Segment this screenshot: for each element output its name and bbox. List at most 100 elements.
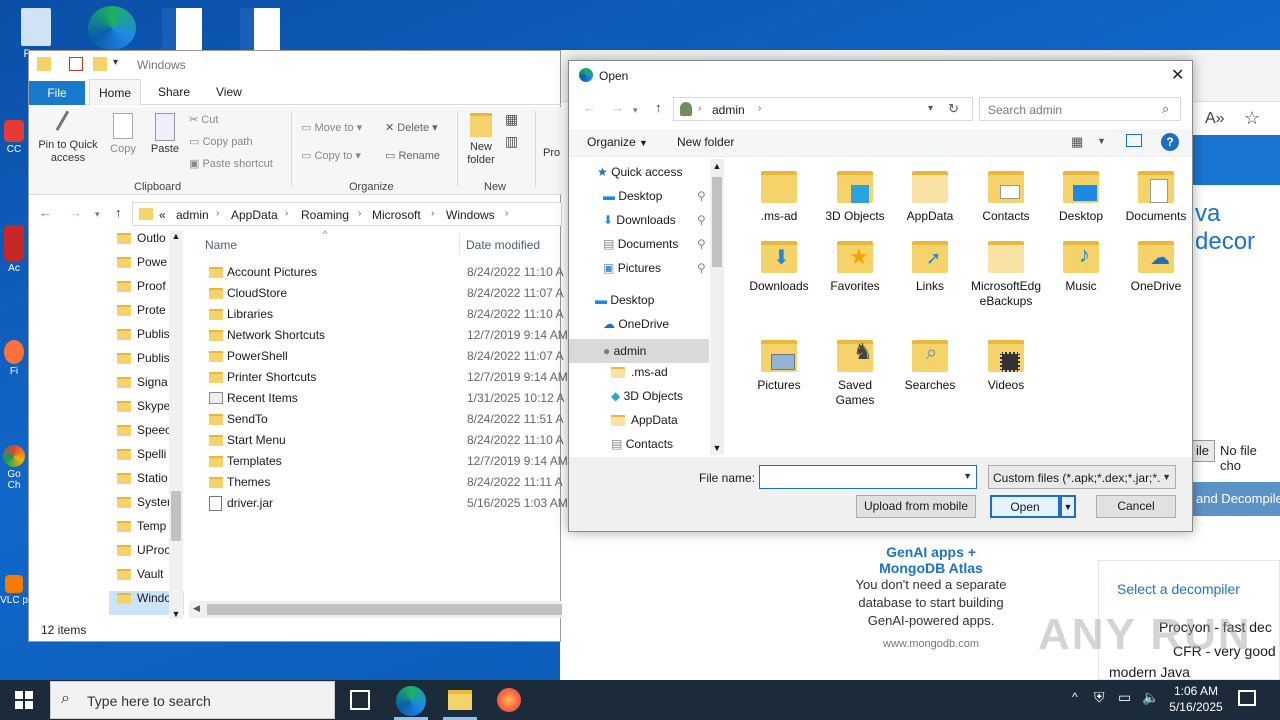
column-date-header[interactable]: Date modified	[466, 238, 540, 252]
desktop-icon-vlc[interactable]: VLC p	[0, 575, 28, 606]
desktop-icon-firefox[interactable]: Fi	[0, 340, 28, 377]
breadcrumb-microsoft[interactable]: Microsoft	[372, 208, 421, 222]
edge-desktop-icon[interactable]	[88, 6, 136, 50]
security-icon[interactable]: ⛨	[1094, 689, 1105, 706]
breadcrumb-admin[interactable]: admin	[176, 208, 209, 222]
new-folder-button[interactable]: New folder	[677, 135, 734, 149]
move-to-button[interactable]: ▭ Move to ▾	[301, 121, 362, 134]
folder-item[interactable]: ⌕ Searches	[892, 334, 968, 393]
desktop-icon-chrome[interactable]: Go Ch	[0, 445, 28, 491]
up-arrow-icon[interactable]: ↑	[655, 100, 662, 115]
start-windows-icon[interactable]	[15, 691, 33, 709]
chevron-down-icon[interactable]: ▼	[1097, 136, 1106, 146]
folder-item[interactable]: Videos	[968, 334, 1044, 393]
file-row[interactable]: PowerShell 8/24/2022 11:07 A	[199, 346, 564, 367]
back-arrow-icon[interactable]: ←	[39, 205, 52, 220]
tab-file[interactable]: File	[29, 81, 85, 105]
refresh-icon[interactable]: ↻	[948, 101, 959, 117]
properties-icon[interactable]	[69, 57, 83, 71]
scroll-down-icon[interactable]: ▼	[169, 609, 183, 619]
file-row[interactable]: Themes 8/24/2022 11:11 A	[199, 472, 563, 493]
folder-item[interactable]: ☁ OneDrive	[1118, 235, 1194, 294]
folder-item[interactable]: ♪ Music	[1043, 235, 1119, 294]
file-explorer-taskbar-icon[interactable]	[448, 690, 472, 710]
recent-locations-icon[interactable]: ▾	[633, 105, 638, 116]
folder-item[interactable]: 3D Objects	[817, 165, 893, 224]
new-folder-quick-icon[interactable]	[93, 57, 107, 71]
close-icon[interactable]: ✕	[1171, 65, 1184, 85]
file-row[interactable]: CloudStore 8/24/2022 11:07 A	[199, 283, 564, 304]
file-row[interactable]: Account Pictures 8/24/2022 11:10 A	[199, 262, 564, 283]
folder-item[interactable]: ♞ Saved Games	[817, 334, 893, 408]
scroll-up-icon[interactable]: ▲	[710, 161, 724, 171]
scroll-up-icon[interactable]: ▲	[169, 231, 183, 241]
copy-button[interactable]: Copy	[105, 113, 141, 155]
pin-quick-access-button[interactable]: Pin to Quick access	[33, 110, 103, 165]
nav-scrollbar[interactable]: ▲ ▼	[710, 159, 724, 455]
back-arrow-icon[interactable]: ←	[583, 100, 596, 115]
column-name-header[interactable]: Name	[205, 238, 237, 252]
preview-pane-icon[interactable]	[1126, 134, 1142, 147]
up-arrow-icon[interactable]: ↑	[115, 205, 122, 220]
file-row[interactable]: Libraries 8/24/2022 11:10 A	[199, 304, 564, 325]
scroll-thumb[interactable]	[712, 177, 722, 267]
rename-button[interactable]: ▭ Rename	[385, 149, 440, 162]
cut-button[interactable]: ✂ Cut	[189, 113, 218, 126]
breadcrumb-admin[interactable]: admin	[712, 103, 745, 117]
new-folder-button[interactable]: New folder	[461, 113, 501, 167]
scroll-left-icon[interactable]: ◀	[193, 603, 200, 614]
paste-shortcut-button[interactable]: ▣ Paste shortcut	[189, 157, 273, 170]
clock[interactable]: 1:06 AM 5/16/2025	[1164, 683, 1228, 715]
paste-button[interactable]: Paste	[147, 113, 183, 155]
open-button[interactable]: Open	[990, 495, 1060, 518]
view-options-icon[interactable]: ▦	[1071, 134, 1083, 150]
file-row[interactable]: Start Menu 8/24/2022 11:10 A	[199, 430, 564, 451]
file-row[interactable]: Network Shortcuts 12/7/2019 9:14 AM	[199, 325, 568, 346]
recent-locations-icon[interactable]: ▾	[95, 209, 100, 220]
folder-item[interactable]: Pictures	[741, 334, 817, 393]
tree-scrollbar[interactable]: ▲ ▼	[169, 231, 183, 619]
folder-item[interactable]: .ms-ad	[741, 165, 817, 224]
properties-button[interactable]: Pro	[543, 147, 560, 159]
edge-taskbar-icon[interactable]	[396, 686, 426, 716]
breadcrumb-windows[interactable]: Windows	[446, 208, 495, 222]
open-dropdown-icon[interactable]: ▼	[1060, 495, 1076, 518]
folder-item[interactable]: Desktop	[1043, 165, 1119, 224]
address-bar[interactable]: « admin › AppData › Roaming › Microsoft …	[132, 202, 562, 226]
file-row[interactable]: Printer Shortcuts 12/7/2019 9:14 AM	[199, 367, 568, 388]
folder-item[interactable]: ★ Favorites	[817, 235, 893, 294]
horizontal-scrollbar[interactable]: ◀	[189, 601, 562, 618]
forward-arrow-icon[interactable]: →	[611, 100, 624, 115]
word-doc-icon[interactable]	[162, 8, 202, 50]
folder-item[interactable]: Documents	[1118, 165, 1194, 224]
help-icon[interactable]: ?	[1161, 133, 1179, 151]
dialog-search-box[interactable]: Search admin ⌕	[979, 97, 1181, 121]
folder-item[interactable]: AppData	[892, 165, 968, 224]
file-row[interactable]: SendTo 8/24/2022 11:51 A	[199, 409, 564, 430]
file-type-select[interactable]: Custom files (*.apk;*.dex;*.jar;*. ▼	[988, 465, 1176, 489]
delete-button[interactable]: ✕ Delete ▾	[385, 121, 438, 134]
easy-access-icon[interactable]: ▥	[505, 133, 518, 150]
chevron-down-icon[interactable]: ▼	[963, 471, 972, 481]
file-name-input[interactable]: ▼	[759, 465, 977, 489]
ad-domain[interactable]: www.mongodb.com	[840, 638, 1022, 650]
nav-admin-selected[interactable]: ● admin	[569, 339, 709, 363]
file-row[interactable]: driver.jar 5/16/2025 1:03 AM	[199, 493, 568, 514]
tab-home[interactable]: Home	[89, 79, 141, 106]
scroll-down-icon[interactable]: ▼	[710, 443, 724, 453]
firefox-taskbar-icon[interactable]	[497, 688, 521, 712]
cancel-button[interactable]: Cancel	[1096, 495, 1176, 518]
tab-share[interactable]: Share	[158, 85, 190, 99]
folder-item[interactable]: ➚ Links	[892, 235, 968, 294]
breadcrumb-appdata[interactable]: AppData	[231, 208, 278, 222]
notifications-icon[interactable]	[1238, 690, 1256, 706]
scroll-thumb[interactable]	[171, 491, 181, 541]
tab-view[interactable]: View	[216, 85, 242, 99]
show-hidden-icons-icon[interactable]: ^	[1072, 690, 1078, 704]
folder-item[interactable]: Contacts	[968, 165, 1044, 224]
word-doc-icon[interactable]	[240, 8, 280, 50]
organize-menu[interactable]: Organize ▼	[587, 135, 648, 149]
copy-to-button[interactable]: ▭ Copy to ▾	[301, 149, 361, 162]
new-item-icon[interactable]: ▦	[505, 111, 518, 128]
desktop-icon-cc[interactable]: CC	[0, 120, 28, 155]
